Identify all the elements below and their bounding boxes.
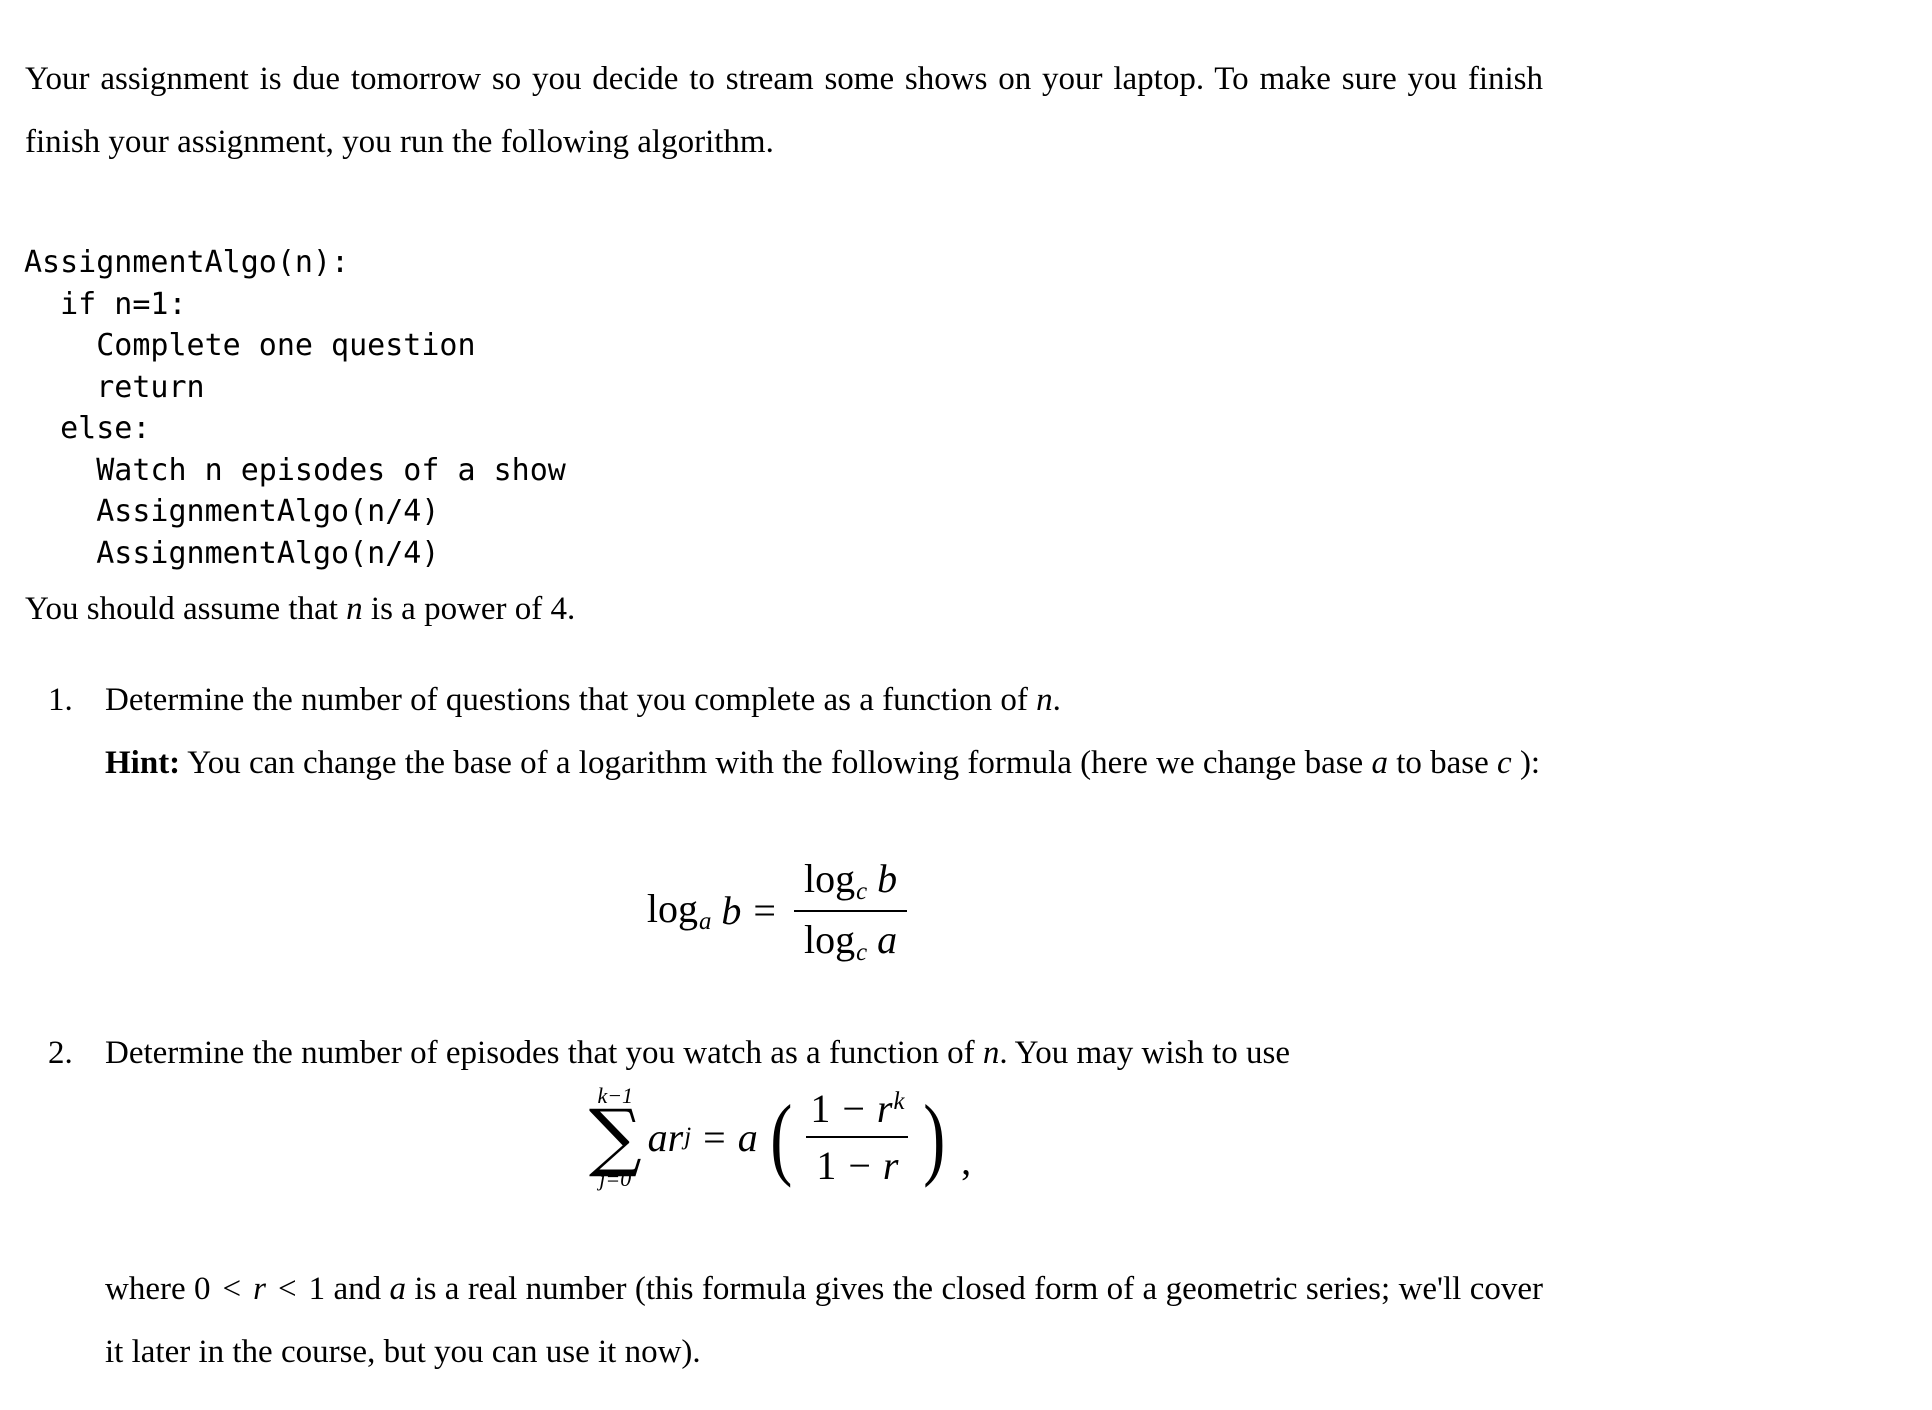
list-item-1: 1. Determine the number of questions tha…: [0, 669, 1560, 795]
den-minus: −: [848, 1143, 871, 1189]
den-one: 1: [816, 1143, 837, 1189]
trailing-comma: ,: [961, 1137, 972, 1183]
num-r: r: [876, 1086, 893, 1132]
geometric-series-formula: k−1 ∑ j=0 arj = a ( 1− rk 1− r ) ,: [0, 1085, 1560, 1235]
assumption-number-4: 4: [550, 591, 568, 627]
series-numerator: 1− rk: [800, 1085, 914, 1136]
closing-paragraph-wrap: where 0 < r <1 and a is a real number (this…: [0, 1258, 1560, 1384]
assumption-line: You should assume that n is a power of 4…: [25, 578, 1543, 641]
list-item-2: 2. Determine the number of episodes that…: [0, 1022, 1560, 1085]
den-log-base-c: c: [856, 938, 868, 966]
lhs-log-word: log: [646, 886, 698, 932]
summand-a: a: [647, 1114, 668, 1160]
assumption-middle: is a power of: [362, 591, 551, 627]
document-page: Your assignment is due tomorrow so you d…: [0, 0, 1932, 1410]
question-2-suffix: . You may wish to use: [999, 1035, 1291, 1071]
closing-variable-r: r: [253, 1271, 266, 1307]
hint-part-2: to base: [1387, 745, 1498, 781]
change-of-base-row: loga b = logc b logc a: [647, 855, 913, 967]
num-one: 1: [810, 1086, 831, 1132]
series-fraction: 1− rk 1− r: [800, 1085, 914, 1189]
num-log-word: log: [803, 856, 856, 901]
summation-symbol-group: k−1 ∑ j=0: [589, 1085, 642, 1190]
hint-part-1: You can change the base of a logarithm w…: [180, 745, 1372, 781]
num-argument-b: b: [877, 856, 898, 901]
fraction-numerator: logc b: [794, 855, 907, 910]
pseudocode-block: AssignmentAlgo(n): if n=1: Complete one …: [24, 245, 566, 571]
question-2-variable-n: n: [982, 1035, 1000, 1071]
question-list: 1. Determine the number of questions tha…: [0, 669, 1560, 795]
closing-row: where 0 < r <1 and a is a real number (this…: [0, 1258, 1560, 1384]
summand-r: r: [667, 1114, 684, 1160]
den-r: r: [882, 1143, 899, 1189]
list-item-1-body: Determine the number of questions that y…: [105, 669, 1543, 795]
question-1-variable-n: n: [1036, 682, 1053, 718]
hint-1-text: Hint: You can change the base of a logar…: [105, 732, 1543, 795]
intro-text: Your assignment is due tomorrow so you d…: [25, 61, 1543, 160]
less-than-1: <: [222, 1271, 242, 1307]
assumption-prefix: You should assume that: [25, 591, 347, 627]
question-2-prefix: Determine the number of episodes that yo…: [105, 1035, 983, 1071]
less-than-2: <: [277, 1271, 297, 1307]
closing-text: where 0 < r <1 and a is a real number (this…: [105, 1258, 1543, 1384]
question-1-suffix: .: [1052, 682, 1061, 718]
den-log: logc: [803, 916, 867, 966]
num-log: logc: [803, 856, 867, 905]
closing-middle: and: [325, 1271, 390, 1307]
den-argument-a: a: [877, 916, 898, 962]
equals-sign: =: [753, 888, 776, 934]
num-minus: −: [842, 1086, 865, 1132]
question-1-prefix: Determine the number of questions that y…: [105, 682, 1037, 718]
equals-sign-2: =: [703, 1114, 726, 1160]
intro-paragraph: Your assignment is due tomorrow so you d…: [25, 48, 1543, 174]
num-log-base-c: c: [856, 877, 868, 905]
list-item-2-marker: 2.: [48, 1035, 73, 1071]
change-of-base-formula: loga b = logc b logc a: [0, 855, 1560, 1005]
closing-paragraph: where 0 < r <1 and a is a real number (this…: [105, 1258, 1543, 1384]
hint-label: Hint:: [105, 745, 181, 781]
den-log-word: log: [803, 916, 856, 962]
lhs-log-base-a: a: [699, 908, 712, 936]
lhs-log: loga: [647, 885, 712, 936]
lhs-argument-b: b: [721, 888, 742, 934]
closing-zero: 0: [194, 1271, 211, 1307]
summation-lower-limit: j=0: [599, 1165, 632, 1191]
series-denominator: 1− r: [806, 1136, 909, 1189]
close-paren: ): [922, 1086, 945, 1189]
closing-one: 1: [308, 1271, 326, 1307]
log-fraction: logc b logc a: [793, 855, 908, 967]
closing-variable-a: a: [389, 1271, 407, 1307]
question-1-text: Determine the number of questions that y…: [105, 669, 1543, 732]
sigma-icon: ∑: [588, 1094, 642, 1180]
hint-part-3: ):: [1511, 745, 1541, 781]
question-2-text: Determine the number of episodes that yo…: [105, 1022, 1543, 1085]
open-paren: (: [769, 1086, 793, 1189]
fraction-denominator: logc a: [793, 909, 908, 967]
hint-variable-a: a: [1371, 745, 1388, 781]
summand-exponent-j: j: [684, 1123, 692, 1151]
num-exponent-k: k: [893, 1088, 905, 1116]
geometric-series-row: k−1 ∑ j=0 arj = a ( 1− rk 1− r ) ,: [589, 1085, 971, 1190]
hint-variable-c: c: [1497, 745, 1512, 781]
question-list-2: 2. Determine the number of episodes that…: [0, 1022, 1560, 1085]
assumption-variable-n: n: [346, 591, 363, 627]
list-item-1-marker: 1.: [48, 682, 73, 718]
rhs-coefficient-a: a: [737, 1114, 758, 1160]
list-item-2-body: Determine the number of episodes that yo…: [105, 1022, 1543, 1085]
assumption-period: .: [567, 591, 576, 627]
closing-prefix: where: [105, 1271, 194, 1307]
